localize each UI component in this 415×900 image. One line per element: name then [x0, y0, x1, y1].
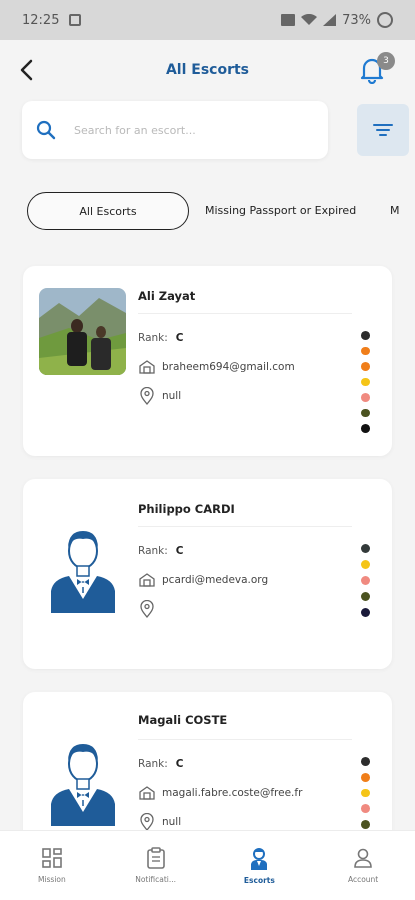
status-time: 12:25	[22, 12, 60, 28]
escort-name: Magali COSTE	[138, 713, 228, 727]
nav-mission[interactable]: Mission	[0, 831, 104, 900]
escort-avatar	[45, 521, 121, 613]
person-icon	[354, 848, 372, 868]
escort-card[interactable]: Ali Zayat Rank: C braheem694@gmail.com n…	[23, 266, 392, 456]
bottom-navigation: Mission Notificati... Escorts Account	[0, 830, 415, 900]
rank-row: Rank: C	[138, 758, 184, 770]
app-header: All Escorts 3	[0, 40, 415, 102]
tab-missing-passport[interactable]: Missing Passport or Expired	[205, 204, 356, 217]
location-row	[138, 600, 162, 618]
email-row: pcardi@medeva.org	[138, 571, 268, 589]
rank-value: C	[175, 758, 184, 770]
status-dot	[361, 576, 370, 585]
search-icon	[36, 120, 56, 140]
escort-card[interactable]: Philippo CARDI Rank: C pcardi@medeva.org	[23, 479, 392, 669]
rank-row: Rank: C	[138, 545, 184, 557]
location-row: null	[138, 813, 181, 831]
notifications-button[interactable]: 3	[359, 52, 395, 86]
status-dots	[361, 757, 370, 829]
escort-location: null	[162, 390, 182, 402]
filter-tabs: All Escorts Missing Passport or Expired …	[0, 190, 415, 232]
filter-icon	[373, 124, 393, 136]
notification-badge: 3	[377, 52, 395, 70]
divider	[138, 526, 352, 527]
search-bar[interactable]	[22, 101, 328, 159]
status-dot	[361, 804, 370, 814]
nav-account[interactable]: Account	[311, 831, 415, 900]
escort-photo	[39, 288, 126, 375]
status-dot	[361, 544, 370, 553]
nav-label: Notificati...	[135, 875, 177, 884]
nav-escorts[interactable]: Escorts	[208, 831, 312, 900]
status-dot	[361, 377, 370, 387]
battery-icon	[377, 12, 393, 28]
status-dot	[361, 424, 370, 433]
status-dot	[361, 592, 370, 601]
escort-icon	[251, 848, 268, 870]
status-dot	[361, 788, 370, 798]
escort-avatar	[45, 734, 121, 826]
email-icon	[138, 358, 156, 376]
rank-label: Rank:	[138, 758, 168, 770]
status-dot	[361, 408, 370, 418]
divider	[138, 739, 352, 740]
escort-card[interactable]: Magali COSTE Rank: C magali.fabre.coste@…	[23, 692, 392, 852]
status-dot	[361, 820, 370, 829]
rank-value: C	[175, 545, 184, 557]
nav-notifications[interactable]: Notificati...	[104, 831, 208, 900]
rank-label: Rank:	[138, 332, 168, 344]
status-dots	[361, 544, 370, 617]
location-pin-icon	[138, 387, 156, 405]
status-bar: 12:25 73%	[0, 0, 415, 40]
escort-email: pcardi@medeva.org	[162, 574, 269, 586]
status-dot	[361, 757, 370, 766]
email-icon	[138, 784, 156, 802]
escort-name: Philippo CARDI	[138, 502, 235, 516]
status-dots	[361, 331, 370, 433]
battery-level: 73%	[342, 12, 371, 28]
gallery-icon	[69, 14, 82, 26]
escort-location: null	[162, 816, 182, 828]
status-dot	[361, 560, 370, 569]
nav-label: Account	[347, 875, 379, 884]
grid-icon	[42, 848, 62, 868]
status-dot	[361, 772, 370, 782]
vibrate-icon	[281, 14, 296, 26]
email-row: braheem694@gmail.com	[138, 358, 295, 376]
rank-value: C	[175, 332, 184, 344]
status-dot	[361, 393, 370, 402]
signal-icon	[323, 14, 337, 26]
wifi-icon	[301, 14, 318, 25]
rank-row: Rank: C	[138, 332, 184, 344]
page-title: All Escorts	[165, 62, 250, 78]
search-input[interactable]	[74, 123, 294, 137]
escort-email: magali.fabre.coste@free.fr	[162, 787, 303, 799]
escort-name: Ali Zayat	[138, 289, 196, 303]
status-dot	[361, 346, 370, 356]
location-pin-icon	[138, 600, 156, 618]
divider	[138, 313, 352, 314]
nav-label: Escorts	[243, 876, 275, 885]
filter-button[interactable]	[357, 104, 409, 156]
status-dot	[361, 608, 370, 617]
tab-all-escorts[interactable]: All Escorts	[27, 192, 189, 230]
rank-label: Rank:	[138, 545, 168, 557]
nav-label: Mission	[37, 875, 66, 884]
clipboard-icon	[146, 847, 165, 869]
status-dot	[361, 331, 370, 340]
email-row: magali.fabre.coste@free.fr	[138, 784, 302, 802]
status-dot	[361, 362, 370, 371]
location-pin-icon	[138, 813, 156, 831]
email-icon	[138, 571, 156, 589]
tab-more[interactable]: M	[390, 204, 400, 217]
escort-email: braheem694@gmail.com	[162, 361, 295, 373]
location-row: null	[138, 387, 181, 405]
